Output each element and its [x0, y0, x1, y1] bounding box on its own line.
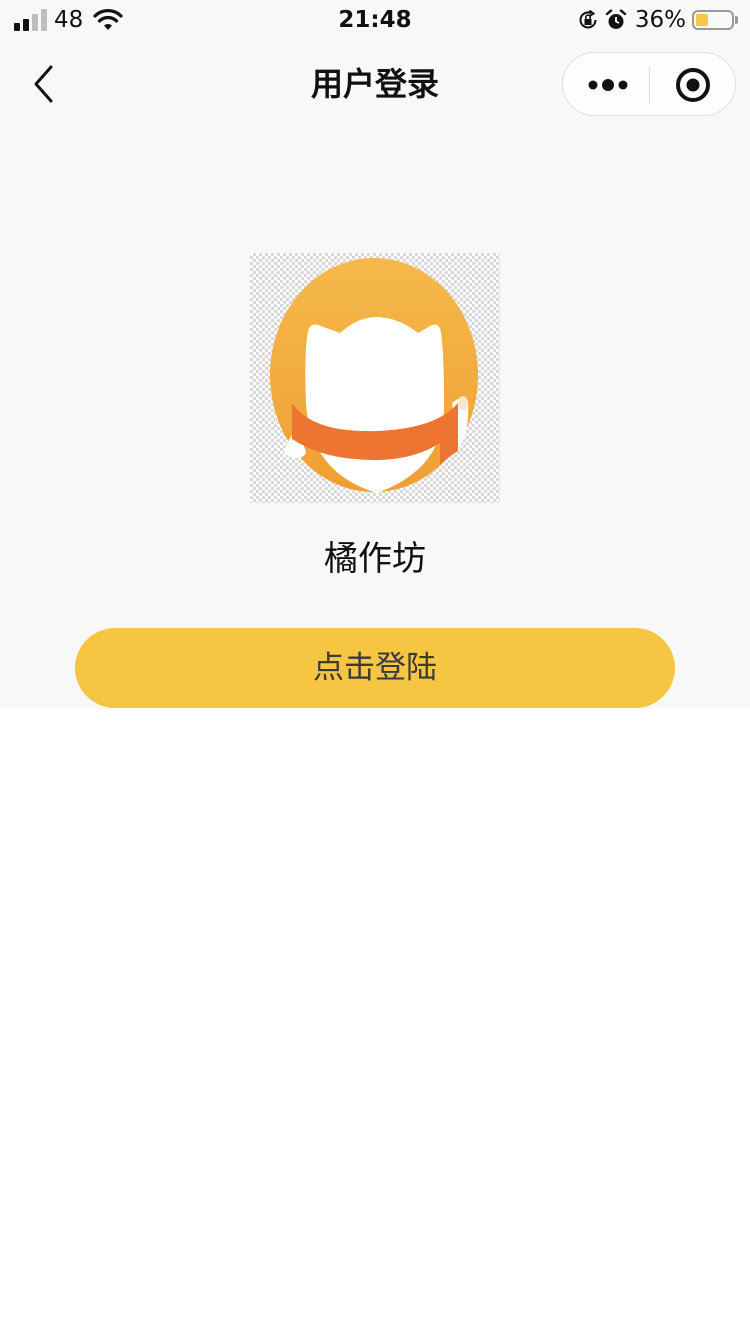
- battery-percent: 36%: [634, 7, 686, 33]
- close-button[interactable]: [650, 53, 736, 115]
- cat-logo-icon: [270, 258, 478, 493]
- status-bar: 48 21:48 36%: [0, 0, 750, 40]
- more-button[interactable]: [563, 53, 650, 115]
- target-circle-icon: [676, 68, 710, 102]
- status-right: 36%: [577, 7, 738, 33]
- login-button[interactable]: 点击登陆: [75, 628, 675, 708]
- alarm-icon: [605, 9, 627, 29]
- more-dots-icon: [588, 79, 628, 91]
- battery-level: [696, 14, 708, 26]
- app-logo: [250, 253, 500, 503]
- rotation-lock-icon: [579, 9, 597, 29]
- nav-bar: 用户登录: [0, 40, 750, 128]
- app-name: 橘作坊: [324, 539, 426, 579]
- battery-icon: [692, 10, 734, 30]
- battery-nub: [735, 16, 738, 24]
- mini-program-capsule: [562, 52, 736, 116]
